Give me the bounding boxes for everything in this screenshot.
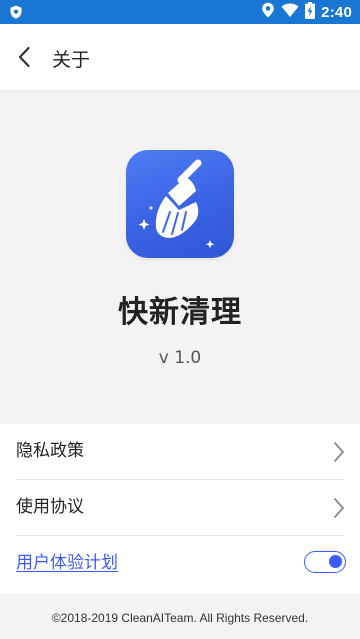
- page-title: 关于: [52, 49, 91, 71]
- settings-list: 隐私政策 使用协议 用户体验计划: [0, 424, 360, 594]
- battery-charging-icon: [305, 1, 316, 23]
- terms-of-use-item[interactable]: 使用协议: [0, 480, 360, 535]
- app-name: 快新清理: [118, 295, 242, 330]
- chevron-right-icon: [332, 497, 346, 519]
- privacy-policy-label: 隐私政策: [16, 441, 84, 461]
- top-app-bar: 关于: [0, 24, 360, 90]
- chevron-right-icon: [332, 441, 346, 463]
- broom-sparkle-icon: [126, 150, 234, 258]
- wifi-icon: [281, 2, 299, 22]
- back-button[interactable]: [10, 45, 38, 73]
- shield-notification-icon: [8, 4, 24, 20]
- status-time: 2:40: [321, 3, 352, 21]
- user-experience-toggle[interactable]: [304, 551, 346, 573]
- privacy-policy-item[interactable]: 隐私政策: [0, 424, 360, 479]
- status-bar: 2:40: [0, 0, 360, 24]
- copyright-text: ©2018-2019 CleanAITeam. All Rights Reser…: [51, 611, 309, 625]
- toggle-knob: [329, 555, 342, 568]
- app-info-section: 快新清理 v 1.0: [0, 90, 360, 424]
- user-experience-program-link[interactable]: 用户体验计划: [16, 536, 118, 591]
- chevron-left-icon: [17, 46, 31, 72]
- app-version: v 1.0: [158, 348, 202, 368]
- terms-of-use-label: 使用协议: [16, 497, 84, 517]
- location-icon: [261, 2, 275, 22]
- user-experience-program-item: 用户体验计划: [0, 536, 360, 591]
